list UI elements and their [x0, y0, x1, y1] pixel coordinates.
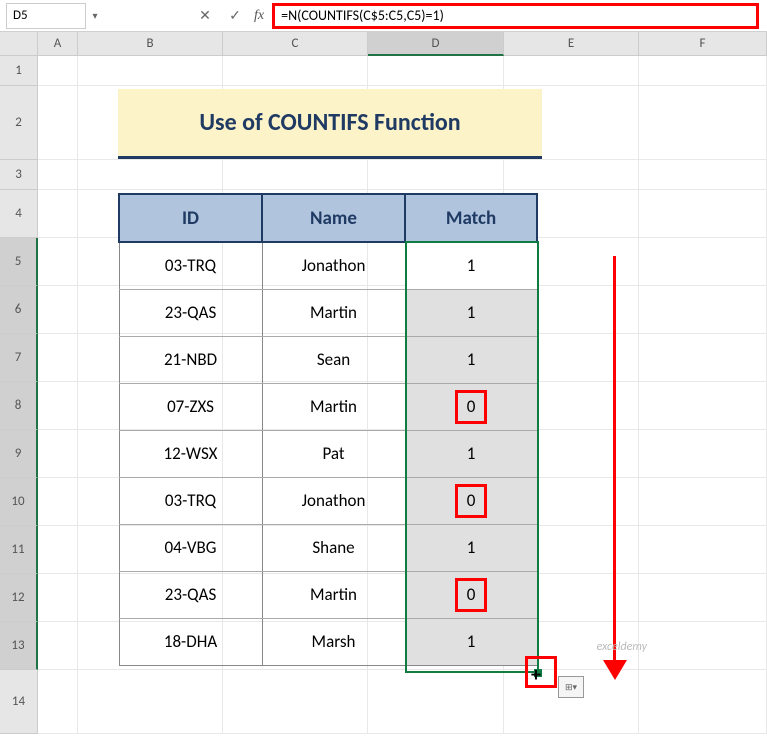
- cell-id[interactable]: 18-DHA: [119, 618, 262, 665]
- row-header-11[interactable]: 11: [0, 526, 38, 574]
- cell-name[interactable]: Sean: [262, 336, 405, 383]
- column-headers: A B C D E F: [0, 32, 767, 56]
- table-row: 23-QASMartin 0: [119, 571, 537, 618]
- col-header-B[interactable]: B: [78, 32, 223, 56]
- row-header-1[interactable]: 1: [0, 56, 38, 86]
- select-all-corner[interactable]: [0, 32, 38, 56]
- cell-match[interactable]: 1: [405, 618, 537, 665]
- cancel-formula-button[interactable]: ✕: [194, 5, 216, 27]
- row-header-2[interactable]: 2: [0, 86, 38, 160]
- cell-id[interactable]: 03-TRQ: [119, 477, 262, 524]
- cell-id[interactable]: 03-TRQ: [119, 242, 262, 289]
- cell-match[interactable]: 1: [405, 430, 537, 477]
- name-box-value: D5: [13, 8, 28, 23]
- check-icon: ✓: [229, 7, 241, 24]
- cell-id[interactable]: 21-NBD: [119, 336, 262, 383]
- cell-id[interactable]: 12-WSX: [119, 430, 262, 477]
- cell-name[interactable]: Marsh: [262, 618, 405, 665]
- data-table: ID Name Match 03-TRQJonathon123-QASMarti…: [118, 193, 538, 666]
- spreadsheet-grid: 1 2 3 4 5 6 7 8 9 10 11 12 13 14 Use of …: [0, 56, 767, 734]
- fx-icon[interactable]: fx: [254, 8, 264, 24]
- row-header-5[interactable]: 5: [0, 238, 38, 286]
- accept-formula-button[interactable]: ✓: [224, 5, 246, 27]
- row-header-6[interactable]: 6: [0, 286, 38, 334]
- name-box-dropdown[interactable]: ▾: [86, 9, 104, 22]
- autofill-options-button[interactable]: ⊞▾: [558, 676, 584, 698]
- highlighted-value: 0: [455, 484, 487, 518]
- cell-name[interactable]: Martin: [262, 289, 405, 336]
- row-header-12[interactable]: 12: [0, 574, 38, 622]
- table-row: 03-TRQJonathon1: [119, 242, 537, 289]
- cell-match[interactable]: 0: [405, 571, 537, 618]
- table-header-row: ID Name Match: [119, 194, 537, 242]
- table-row: 18-DHAMarsh1: [119, 618, 537, 665]
- formula-bar-row: D5 ▾ ✕ ✓ fx =N(COUNTIFS(C$5:C5,C5)=1): [0, 0, 767, 32]
- cell-name[interactable]: Martin: [262, 383, 405, 430]
- row-header-3[interactable]: 3: [0, 160, 38, 190]
- x-icon: ✕: [199, 7, 211, 24]
- chevron-down-icon: ▾: [92, 9, 97, 22]
- table-row: 12-WSXPat1: [119, 430, 537, 477]
- formula-bar[interactable]: =N(COUNTIFS(C$5:C5,C5)=1): [272, 3, 759, 29]
- col-header-F[interactable]: F: [639, 32, 767, 56]
- col-header-C[interactable]: C: [223, 32, 368, 56]
- cell-match[interactable]: 0: [405, 383, 537, 430]
- cell-area[interactable]: Use of COUNTIFS Function ID Name Match 0…: [38, 56, 767, 734]
- annotation-arrow: [613, 256, 616, 666]
- col-header-E[interactable]: E: [504, 32, 639, 56]
- cell-name[interactable]: Jonathon: [262, 477, 405, 524]
- cell-id[interactable]: 23-QAS: [119, 289, 262, 336]
- highlighted-value: 0: [455, 390, 487, 424]
- table-row: 23-QASMartin1: [119, 289, 537, 336]
- cell-match[interactable]: 0: [405, 477, 537, 524]
- cell-name[interactable]: Shane: [262, 524, 405, 571]
- cell-id[interactable]: 04-VBG: [119, 524, 262, 571]
- cell-match[interactable]: 1: [405, 289, 537, 336]
- col-header-D[interactable]: D: [368, 32, 504, 56]
- col-header-A[interactable]: A: [38, 32, 78, 56]
- row-header-13[interactable]: 13: [0, 622, 38, 670]
- row-header-8[interactable]: 8: [0, 382, 38, 430]
- header-name[interactable]: Name: [262, 194, 405, 242]
- cell-name[interactable]: Jonathon: [262, 242, 405, 289]
- row-header-10[interactable]: 10: [0, 478, 38, 526]
- header-match[interactable]: Match: [405, 194, 537, 242]
- fill-cursor-icon: +: [531, 663, 541, 687]
- table-row: 03-TRQJonathon 0: [119, 477, 537, 524]
- row-header-9[interactable]: 9: [0, 430, 38, 478]
- row-header-7[interactable]: 7: [0, 334, 38, 382]
- cell-name[interactable]: Pat: [262, 430, 405, 477]
- cell-name[interactable]: Martin: [262, 571, 405, 618]
- row-header-14[interactable]: 14: [0, 670, 38, 734]
- fill-handle-highlight: [525, 656, 557, 688]
- annotation-arrowhead: [603, 660, 627, 680]
- cell-match[interactable]: 1: [405, 242, 537, 289]
- highlighted-value: 0: [455, 578, 487, 612]
- row-header-4[interactable]: 4: [0, 190, 38, 238]
- watermark: exceldemy: [597, 640, 647, 654]
- cell-match[interactable]: 1: [405, 524, 537, 571]
- cell-match[interactable]: 1: [405, 336, 537, 383]
- name-box[interactable]: D5: [6, 3, 86, 29]
- table-row: 07-ZXSMartin 0: [119, 383, 537, 430]
- cell-id[interactable]: 23-QAS: [119, 571, 262, 618]
- formula-controls: ✕ ✓ fx: [194, 5, 264, 27]
- page-title: Use of COUNTIFS Function: [118, 89, 542, 159]
- formula-text: =N(COUNTIFS(C$5:C5,C5)=1): [281, 7, 444, 24]
- table-row: 04-VBGShane1: [119, 524, 537, 571]
- header-id[interactable]: ID: [119, 194, 262, 242]
- cell-id[interactable]: 07-ZXS: [119, 383, 262, 430]
- table-row: 21-NBDSean1: [119, 336, 537, 383]
- row-headers: 1 2 3 4 5 6 7 8 9 10 11 12 13 14: [0, 56, 38, 734]
